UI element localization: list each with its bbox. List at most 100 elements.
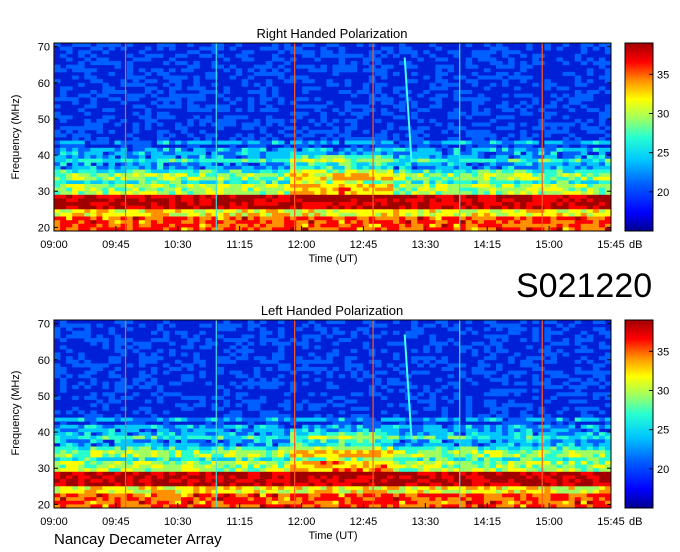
spectrogram-cell <box>296 165 303 170</box>
spectrogram-cell <box>489 176 497 181</box>
spectrogram-cell <box>514 173 521 178</box>
spectrogram-cell <box>247 133 255 138</box>
spectrogram-cell <box>78 133 85 138</box>
spectrogram-cell <box>604 417 612 422</box>
spectrogram-cell <box>308 359 315 364</box>
spectrogram-cell <box>550 151 557 156</box>
spectrogram-cell <box>350 334 358 339</box>
spectrogram-cell <box>598 75 606 80</box>
spectrogram-cell <box>241 82 249 87</box>
spectrogram-cell <box>477 417 485 422</box>
spectrogram-cell <box>235 108 243 113</box>
spectrogram-cell <box>126 151 134 156</box>
spectrogram-cell <box>362 147 370 152</box>
spectrogram-cell <box>344 151 352 156</box>
spectrogram-cell <box>120 191 128 196</box>
spectrogram-cell <box>108 330 115 335</box>
spectrogram-cell <box>574 137 582 141</box>
spectrogram-cell <box>459 184 467 188</box>
spectrogram-cell <box>368 421 376 426</box>
spectrogram-cell <box>199 442 206 447</box>
spectrogram-cell <box>338 220 346 225</box>
spectrogram-cell <box>217 108 224 113</box>
spectrogram-cell <box>302 432 309 437</box>
spectrogram-cell <box>477 100 485 105</box>
spectrogram-cell <box>344 158 352 163</box>
spectrogram-cell <box>241 50 249 55</box>
spectrogram-cell <box>471 140 479 145</box>
spectrogram-cell <box>290 209 297 214</box>
spectrogram-cell <box>459 180 467 185</box>
spectrogram-cell <box>338 180 346 185</box>
spectrogram-cell <box>489 173 497 178</box>
spectrogram-cell <box>138 158 146 163</box>
spectrogram-cell <box>223 169 230 174</box>
spectrogram-cell <box>235 410 243 415</box>
spectrogram-cell <box>580 432 588 437</box>
spectrogram-cell <box>405 198 412 203</box>
spectrogram-cell <box>532 320 539 324</box>
spectrogram-cell <box>314 202 321 207</box>
spectrogram-cell <box>350 126 358 131</box>
spectrogram-cell <box>302 359 309 364</box>
spectrogram-cell <box>308 424 315 429</box>
spectrogram-cell <box>350 446 358 451</box>
spectrogram-cell <box>169 212 176 217</box>
spectrogram-cell <box>526 169 533 174</box>
spectrogram-cell <box>393 173 400 178</box>
spectrogram-cell <box>411 356 418 361</box>
spectrogram-cell <box>54 205 61 210</box>
spectrogram-cell <box>411 209 418 214</box>
spectrogram-cell <box>356 367 364 371</box>
spectrogram-cell <box>199 202 206 207</box>
spectrogram-cell <box>217 205 224 210</box>
spectrogram-cell <box>84 169 91 174</box>
spectrogram-cell <box>211 71 218 76</box>
spectrogram-cell <box>241 417 249 422</box>
spectrogram-cell <box>296 129 303 134</box>
spectrogram-cell <box>514 162 521 167</box>
spectrogram-cell <box>235 374 243 379</box>
spectrogram-cell <box>66 216 73 221</box>
spectrogram-cell <box>586 453 594 458</box>
spectrogram-cell <box>247 327 255 332</box>
spectrogram-cell <box>556 180 563 185</box>
spectrogram-cell <box>320 327 327 332</box>
spectrogram-cell <box>169 173 176 178</box>
spectrogram-cell <box>126 184 134 188</box>
spectrogram-cell <box>205 223 212 228</box>
spectrogram-cell <box>393 155 400 160</box>
spectrogram-cell <box>544 176 551 181</box>
spectrogram-cell <box>544 385 551 390</box>
spectrogram-cell <box>241 173 249 178</box>
spectrogram-cell <box>259 97 267 102</box>
spectrogram-cell <box>586 209 594 214</box>
spectrogram-cell <box>477 212 485 217</box>
spectrogram-cell <box>526 184 533 188</box>
spectrogram-cell <box>344 435 352 440</box>
spectrogram-cell <box>580 330 588 335</box>
spectrogram-cell <box>284 162 291 167</box>
spectrogram-cell <box>223 356 230 361</box>
spectrogram-cell <box>447 50 454 55</box>
spectrogram-cell <box>471 180 479 185</box>
spectrogram-cell <box>520 320 527 324</box>
spectrogram-cell <box>477 435 485 440</box>
spectrogram-cell <box>489 147 497 152</box>
spectrogram-cell <box>350 191 358 196</box>
spectrogram-cell <box>108 86 115 91</box>
spectrogram-cell <box>72 216 79 221</box>
spectrogram-cell <box>187 86 194 91</box>
spectrogram-cell <box>193 180 200 185</box>
spectrogram-cell <box>241 165 249 170</box>
spectrogram-cell <box>447 151 454 156</box>
spectrogram-cell <box>314 453 321 458</box>
spectrogram-cell <box>296 144 303 149</box>
spectrogram-cell <box>574 202 582 207</box>
y-tick-label: 60 <box>38 78 50 90</box>
spectrogram-cell <box>598 356 606 361</box>
spectrogram-cell <box>374 180 382 185</box>
spectrogram-cell <box>163 176 170 181</box>
spectrogram-cell <box>272 205 279 210</box>
spectrogram-cell <box>72 205 79 210</box>
